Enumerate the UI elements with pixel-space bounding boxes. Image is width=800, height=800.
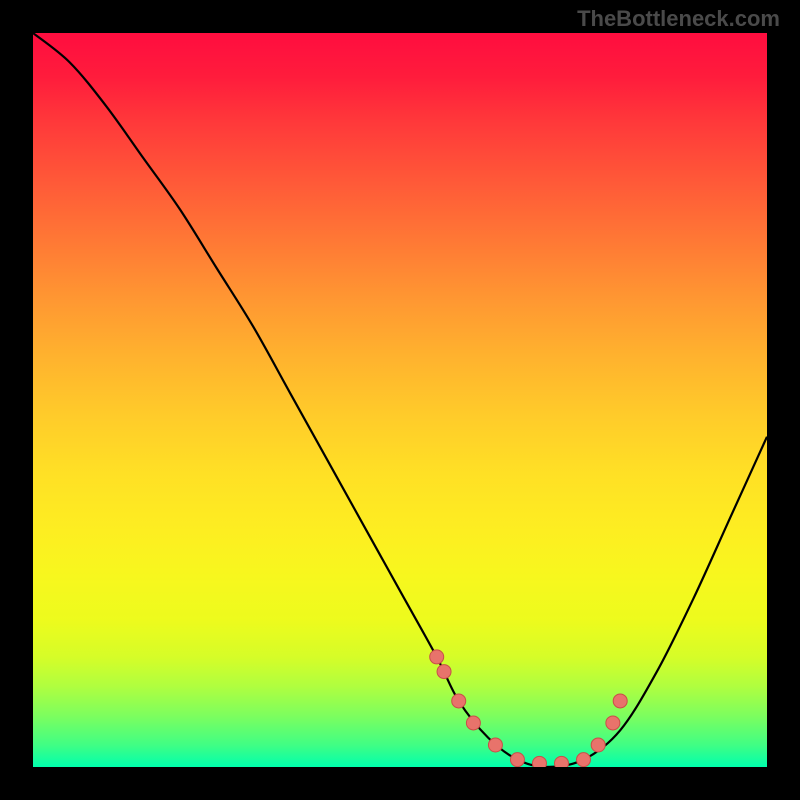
marker-point <box>452 694 466 708</box>
marker-point <box>554 756 568 767</box>
marker-point <box>466 716 480 730</box>
marker-point <box>532 756 546 767</box>
bottleneck-curve <box>33 33 767 767</box>
marker-point <box>591 738 605 752</box>
marker-point <box>577 753 591 767</box>
marker-point <box>437 665 451 679</box>
marker-point <box>488 738 502 752</box>
watermark-text: TheBottleneck.com <box>577 6 780 32</box>
highlight-markers <box>430 650 628 767</box>
plot-area <box>33 33 767 767</box>
marker-point <box>606 716 620 730</box>
chart-svg <box>33 33 767 767</box>
marker-point <box>430 650 444 664</box>
marker-point <box>613 694 627 708</box>
marker-point <box>510 753 524 767</box>
